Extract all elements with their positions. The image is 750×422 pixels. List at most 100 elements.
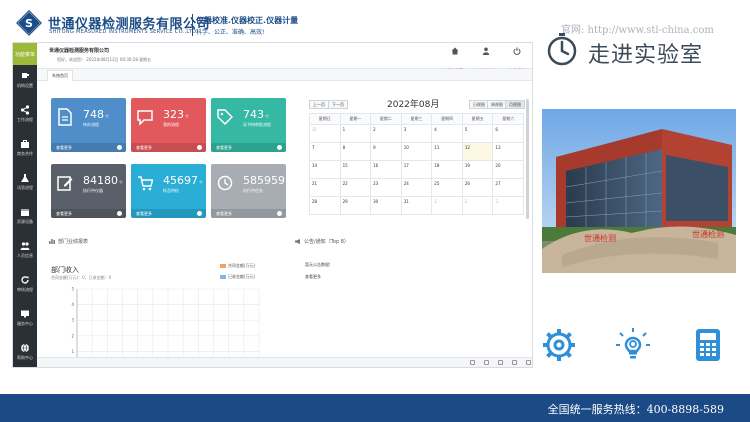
lab-building-photo: 世通检测 世通检测 xyxy=(542,109,736,273)
chat-icon xyxy=(137,110,153,126)
tile-tasks[interactable]: 585959个 执行中任务 查看更多 xyxy=(211,164,286,218)
calendar-scrollbar[interactable] xyxy=(526,99,529,219)
calendar-day-cell[interactable]: 19 xyxy=(461,160,494,179)
message-icon[interactable] xyxy=(484,360,489,365)
tile-pending-flow[interactable]: 748个 待办流程 查看更多 xyxy=(51,98,126,152)
calendar-day-cell[interactable]: 27 xyxy=(492,178,524,197)
tile-value: 45697 xyxy=(163,174,198,187)
dept-report-panel-title: 部门业绩报表 xyxy=(49,238,88,245)
calendar-day-cell[interactable]: 22 xyxy=(339,178,372,197)
sidebar-item-label: 工作流程 xyxy=(17,117,33,122)
sidebar-menu-badge[interactable]: 功能菜单 xyxy=(13,43,37,65)
calendar-day-cell[interactable]: 28 xyxy=(309,196,341,215)
calendar-week-view-button[interactable]: 周视图 xyxy=(487,100,507,109)
calendar-day-cell[interactable]: 11 xyxy=(431,142,463,161)
calendar-day-cell[interactable]: 3 xyxy=(492,196,524,215)
calendar-day-cell[interactable]: 10 xyxy=(400,142,433,161)
calendar-day-cell[interactable]: 26 xyxy=(461,178,494,197)
sidebar-item-service[interactable]: 服务中心 xyxy=(13,305,37,333)
calendar-day-cell[interactable]: 2 xyxy=(461,196,494,215)
calendar-day-cell[interactable]: 1 xyxy=(431,196,463,215)
calculator-icon xyxy=(696,329,720,361)
tile-view-more[interactable]: 查看更多 xyxy=(51,143,126,152)
sidebar-item-help[interactable]: 帮助中心 xyxy=(13,339,37,367)
calendar-prev-button[interactable]: 上一页 xyxy=(309,100,329,109)
calendar-day-cell[interactable]: 4 xyxy=(431,124,463,143)
calendar-month-view-button[interactable]: 月视图 xyxy=(505,100,525,109)
calendar-day-cell[interactable]: 23 xyxy=(370,178,402,197)
calendar-day-cell[interactable]: 8 xyxy=(339,142,372,161)
edit-icon xyxy=(57,176,73,191)
calendar-day-cell[interactable]: 15 xyxy=(339,160,372,179)
calendar-day-cell[interactable]: 21 xyxy=(309,178,341,197)
chart-y-tick-label: 5 xyxy=(71,287,74,292)
calendar-day-cell[interactable]: 2 xyxy=(370,124,402,143)
website-url[interactable]: 官网: http://www.stl-china.com xyxy=(561,21,714,36)
tab-home[interactable]: 系统首页 xyxy=(47,70,73,81)
calendar-day-cell[interactable]: 31 xyxy=(309,124,341,143)
tile-view-more[interactable]: 查看更多 xyxy=(211,143,286,152)
calendar-day-cell[interactable]: 25 xyxy=(431,178,463,197)
cart-icon xyxy=(138,176,153,191)
calendar-day-cell[interactable]: 20 xyxy=(492,160,524,179)
globe-icon xyxy=(21,343,29,353)
tag-icon xyxy=(217,109,233,126)
app-tabbar: 系统首页 xyxy=(37,69,532,81)
legend-item-received: 已收金额(万元) xyxy=(220,274,255,280)
calendar-day-cell[interactable]: 18 xyxy=(431,160,463,179)
monitor-icon xyxy=(21,310,29,318)
service-tagline: 仪器校准.仪器校正.仪器计量 xyxy=(196,16,299,25)
calendar-day-cell[interactable]: 1 xyxy=(339,124,372,143)
sidebar-item-experiment[interactable]: 试验进程 xyxy=(13,169,37,197)
welcome-datetime: 您好，欢迎您！ 2022年08月12日 00:30:28 星期五 xyxy=(57,57,152,62)
company-name-en: SHITONG MEASURED INSTRUMENTS SERVICE CO.… xyxy=(49,29,199,35)
tile-my-flow[interactable]: 323个 我的流程 查看更多 xyxy=(131,98,206,152)
calendar-day-cell[interactable]: 12 xyxy=(461,142,494,161)
tile-samples[interactable]: 45697个 样品待检 查看更多 xyxy=(131,164,206,218)
sidebar-item-review[interactable]: 审核流程 xyxy=(13,271,37,299)
calendar-day-cell[interactable]: 30 xyxy=(370,196,402,215)
sidebar-item-label: 审核流程 xyxy=(17,287,33,292)
tile-certificate-flow[interactable]: 743个 证书待审批流程 查看更多 xyxy=(211,98,286,152)
tile-view-more[interactable]: 查看更多 xyxy=(131,143,206,152)
calendar-day-cell[interactable]: 13 xyxy=(492,142,524,161)
calendar-day-cell[interactable]: 31 xyxy=(400,196,433,215)
settings-icon[interactable] xyxy=(470,360,475,365)
cup-icon xyxy=(22,73,29,78)
sidebar-item-label: 帮助中心 xyxy=(17,355,33,360)
sidebar-item-business[interactable]: 商务合作 xyxy=(13,135,37,163)
sidebar-item-workflow[interactable]: 工作流程 xyxy=(13,101,37,129)
calendar-day-cell[interactable]: 29 xyxy=(339,196,372,215)
tile-instruments[interactable]: 84180个 执行中仪器 查看更多 xyxy=(51,164,126,218)
tile-view-more[interactable]: 查看更多 xyxy=(211,209,286,218)
notice-panel-title: 公告/通知（Top 8） xyxy=(295,238,349,245)
calendar-day-cell[interactable]: 9 xyxy=(370,142,402,161)
fullscreen-icon[interactable] xyxy=(512,360,517,365)
calendar-day-cell[interactable]: 7 xyxy=(309,142,341,161)
calendar-day-cell[interactable]: 16 xyxy=(370,160,402,179)
sidebar-item-staff[interactable]: 人员信息 xyxy=(13,237,37,265)
calendar-day-cell[interactable]: 6 xyxy=(492,124,524,143)
calendar-day-cell[interactable]: 24 xyxy=(400,178,433,197)
app-company-name: 世通仪器检测服务有限公司 xyxy=(49,48,110,54)
lock-icon[interactable] xyxy=(526,360,531,365)
calendar-day-cell[interactable]: 5 xyxy=(461,124,494,143)
calendar-day-cell[interactable]: 14 xyxy=(309,160,341,179)
calendar-day-cell[interactable]: 3 xyxy=(400,124,433,143)
tile-view-more[interactable]: 查看更多 xyxy=(51,209,126,218)
sidebar-item-equipment[interactable]: 资源设备 xyxy=(13,203,37,231)
app-footer xyxy=(37,357,532,367)
tile-label: 执行中仪器 xyxy=(83,188,103,193)
sidebar-item-org[interactable]: 机构设置 xyxy=(13,67,37,95)
notice-view-more-link[interactable]: 查看更多 xyxy=(305,274,321,280)
calendar-next-button[interactable]: 下一页 xyxy=(328,100,348,109)
sound-icon[interactable] xyxy=(498,360,503,365)
arrow-circle-icon xyxy=(117,211,122,216)
app-main: 世通仪器检测服务有限公司 您好，欢迎您！ 2022年08月12日 00:30:2… xyxy=(37,43,532,367)
calendar-day-cell[interactable]: 17 xyxy=(400,160,433,179)
arrow-circle-icon xyxy=(277,145,282,150)
tile-view-more[interactable]: 查看更多 xyxy=(131,209,206,218)
calendar-day-view-button[interactable]: 日视图 xyxy=(469,100,489,109)
slogan: 科学、公正、准确、高效! xyxy=(196,29,265,36)
calendar-week-row: 21 22 23 24 25 26 27 xyxy=(309,178,524,197)
